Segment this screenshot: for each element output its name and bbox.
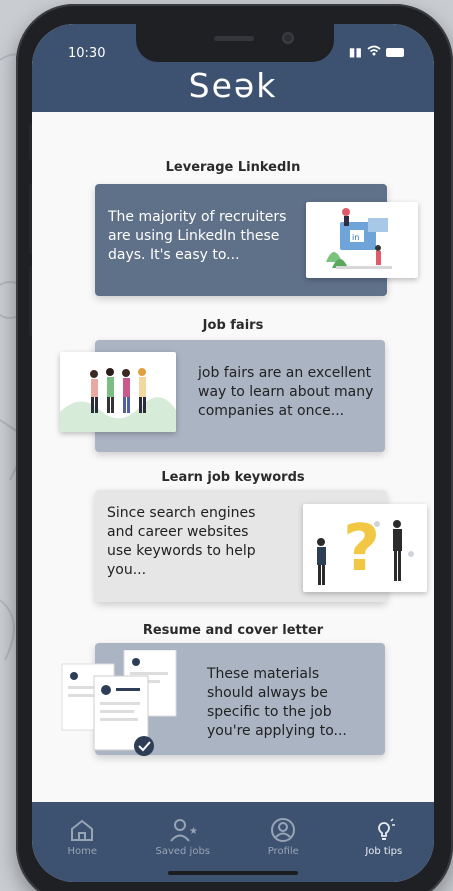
phone-screen: 10:30 ▮▮ Seək Leverage LinkedIn The majo… [32, 24, 434, 882]
nav-label: Home [67, 846, 98, 857]
tip-text: job fairs are an excellent way to learn … [198, 365, 374, 419]
camera [282, 32, 294, 44]
signal-icon: ▮▮ [348, 45, 362, 59]
home-indicator [168, 871, 298, 875]
svg-text:★: ★ [189, 826, 198, 837]
battery-icon [386, 47, 404, 57]
status-icons: ▮▮ [349, 45, 404, 59]
wifi-icon [367, 45, 381, 59]
app-logo: Seək [188, 66, 278, 105]
saved-user-icon: ★ [169, 819, 198, 842]
tip-text: These materials should always be specifi… [207, 666, 347, 739]
app-header: 10:30 ▮▮ Seək [32, 24, 434, 112]
tip-text: Since search engines and career websites… [107, 505, 256, 578]
nav-job-tips[interactable]: Job tips [339, 816, 429, 882]
tip-title-resume: Resume and cover letter [142, 623, 324, 638]
linkedin-illustration: in [306, 202, 418, 278]
tip-title-job-fairs: Job fairs [202, 318, 264, 333]
resume-illustration [60, 649, 180, 762]
notch [136, 24, 334, 62]
tip-title-linkedin: Leverage LinkedIn [165, 160, 301, 175]
profile-icon [271, 818, 296, 842]
nav-label: Job tips [365, 846, 403, 857]
svg-text:in: in [352, 233, 359, 242]
lightbulb-icon [377, 818, 395, 840]
nav-label: Saved jobs [155, 846, 211, 857]
home-icon [71, 819, 94, 841]
tip-title-keywords: Learn job keywords [161, 470, 305, 485]
speaker [214, 36, 254, 41]
job-fairs-illustration [60, 352, 176, 432]
bottom-nav: Home ★ Saved jobs Profile Job tips [32, 802, 434, 882]
nav-label: Profile [267, 846, 299, 857]
keywords-illustration: ? [303, 504, 427, 592]
nav-home[interactable]: Home [37, 816, 127, 882]
tip-text: The majority of recruiters are using Lin… [108, 209, 287, 263]
status-time: 10:30 [68, 46, 106, 61]
tips-list[interactable]: Leverage LinkedIn The majority of recrui… [32, 112, 434, 802]
